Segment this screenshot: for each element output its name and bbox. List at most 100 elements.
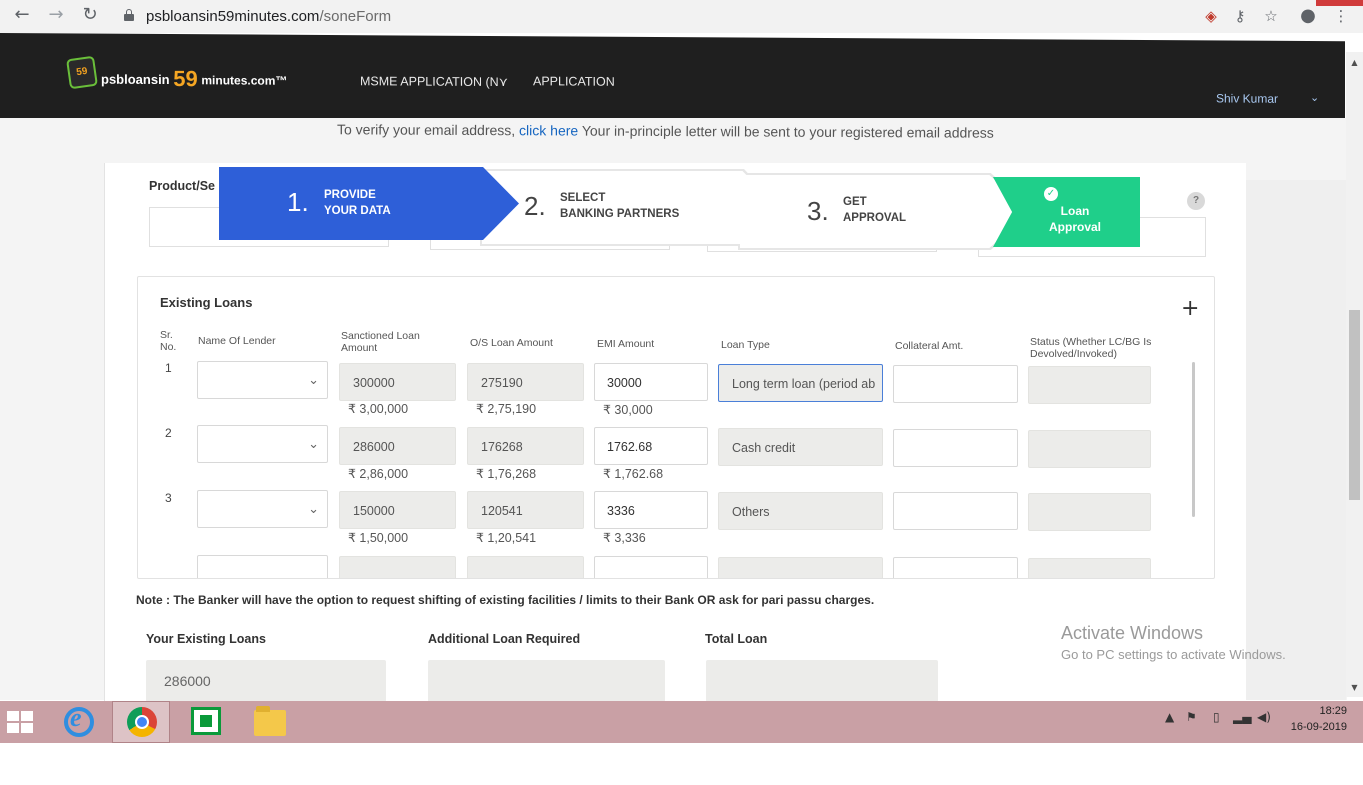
step-3-label: GET APPROVAL [843, 196, 907, 224]
action-center-flag-icon[interactable]: ⚑ [1186, 710, 1197, 724]
row-1-loan-type[interactable]: Long term loan (period ab [718, 364, 883, 402]
browser-toolbar: ← → ↻ psbloansin59minutes.com/soneForm ◈… [0, 0, 1363, 33]
row-2-status[interactable] [1028, 430, 1151, 468]
column-collateral: Collateral Amt. [895, 340, 964, 352]
row-3-loan-type[interactable]: Others [718, 492, 883, 530]
taskbar-clock[interactable]: 18:29 16-09-2019 [1287, 703, 1347, 735]
row-2-sr: 2 [165, 426, 172, 440]
help-icon[interactable]: ? [1187, 192, 1205, 210]
key-icon[interactable]: ⚷ [1230, 6, 1250, 26]
column-sanctioned: Sanctioned Loan Amount [341, 330, 420, 354]
step-1-label: PROVIDE YOUR DATA [324, 189, 391, 217]
page-margin [1246, 180, 1346, 700]
step-1-number: 1. [287, 187, 309, 217]
row-3-lender-select[interactable]: ⌄ [197, 490, 328, 528]
total-loan-label: Total Loan [705, 632, 768, 646]
row-1-collateral-input[interactable] [893, 365, 1018, 403]
url-text[interactable]: psbloansin59minutes.com/soneForm [146, 8, 391, 25]
row-2-sanctioned: 286000 [339, 427, 456, 465]
row-1-sanctioned-formatted: ₹ 3,00,000 [348, 402, 409, 416]
chrome-icon[interactable] [127, 707, 157, 737]
window-close-strip[interactable] [1316, 0, 1363, 6]
additional-loan-input[interactable] [428, 660, 665, 702]
row-4-emi-input[interactable] [594, 556, 708, 578]
forward-arrow-icon[interactable]: → [44, 4, 68, 26]
row-1-os-formatted: ₹ 2,75,190 [476, 402, 537, 416]
row-4-collateral-input[interactable] [893, 557, 1018, 578]
network-signal-icon[interactable]: ▂▄ [1233, 710, 1251, 724]
chevron-down-icon: ⌄ [308, 437, 319, 452]
step-3[interactable]: 3. GET APPROVAL [740, 175, 1030, 248]
row-2-emi-input[interactable]: 1762.68 [594, 427, 708, 465]
step-1[interactable]: 1. PROVIDE YOUR DATA [219, 167, 519, 240]
volume-icon[interactable]: ◀) [1257, 710, 1271, 724]
banker-note: Note : The Banker will have the option t… [136, 593, 875, 607]
nav-msme-application[interactable]: MSME APPLICATION (N⋎ [360, 73, 508, 89]
user-name[interactable]: Shiv Kumar [1216, 91, 1278, 105]
row-4-loan-type[interactable] [718, 557, 883, 578]
verify-email-message: To verify your email address, click here… [336, 121, 994, 141]
step-2[interactable]: 2. SELECT BANKING PARTNERS [482, 171, 778, 244]
tray-expand-icon[interactable]: ▲ [1165, 710, 1174, 724]
row-2-os: 176268 [467, 427, 584, 465]
row-3-collateral-input[interactable] [893, 492, 1018, 530]
row-3-sanctioned-formatted: ₹ 1,50,000 [348, 531, 409, 545]
row-1-sr: 1 [165, 361, 172, 375]
blocked-popup-icon[interactable]: ◈ [1201, 6, 1221, 26]
row-2-os-formatted: ₹ 1,76,268 [476, 467, 537, 481]
additional-loan-label: Additional Loan Required [428, 632, 581, 646]
site-header: 59 psbloansin 59 minutes.com™ MSME APPLI… [0, 33, 1345, 127]
row-1-os: 275190 [467, 363, 584, 401]
row-4-lender-select[interactable] [197, 555, 328, 578]
chevron-down-icon: ⌄ [308, 373, 319, 388]
total-loan-value[interactable] [706, 660, 938, 702]
chevron-down-icon[interactable]: ⌄ [1310, 91, 1319, 104]
step-2-number: 2. [524, 191, 546, 221]
row-2-sanctioned-formatted: ₹ 2,86,000 [348, 467, 409, 481]
site-logo[interactable]: psbloansin 59 minutes.com™ [101, 64, 287, 91]
star-icon[interactable]: ☆ [1261, 6, 1281, 26]
row-1-emi-input[interactable]: 30000 [594, 363, 708, 401]
nav-application[interactable]: APPLICATION [533, 74, 615, 88]
row-1-status[interactable] [1028, 366, 1151, 404]
scroll-up-icon[interactable]: ▲ [1349, 58, 1360, 68]
row-4-os [467, 556, 584, 578]
store-icon[interactable] [191, 707, 221, 735]
menu-dots-icon[interactable]: ⋮ [1331, 6, 1351, 26]
row-3-os: 120541 [467, 491, 584, 529]
step-4-label: Loan Approval [1049, 204, 1102, 234]
row-4-sanctioned [339, 556, 456, 578]
existing-loans-title: Existing Loans [160, 295, 253, 310]
column-loan-type: Loan Type [721, 339, 770, 351]
account-icon[interactable]: ● [1298, 6, 1318, 26]
verify-email-link[interactable]: click here [519, 122, 578, 138]
back-arrow-icon[interactable]: ← [10, 4, 34, 26]
existing-loans-value[interactable]: 286000 [146, 660, 386, 702]
existing-loans-panel: Existing Loans + Sr. No. Name Of Lender … [137, 276, 1215, 579]
page-scrollbar-thumb[interactable] [1349, 310, 1360, 500]
start-windows-icon[interactable] [7, 711, 33, 733]
clock-time: 18:29 [1319, 705, 1347, 717]
existing-loans-label: Your Existing Loans [146, 632, 266, 646]
row-2-collateral-input[interactable] [893, 429, 1018, 467]
row-3-emi-input[interactable]: 3336 [594, 491, 708, 529]
step-2-label: SELECT BANKING PARTNERS [560, 192, 680, 220]
row-2-lender-select[interactable]: ⌄ [197, 425, 328, 463]
battery-icon[interactable]: ▯ [1213, 710, 1220, 724]
reload-icon[interactable]: ↻ [78, 4, 102, 26]
row-4-status[interactable] [1028, 558, 1151, 578]
add-loan-plus-icon[interactable]: + [1181, 298, 1199, 320]
step-4[interactable]: Loan Approval [993, 177, 1140, 247]
row-2-loan-type[interactable]: Cash credit [718, 428, 883, 466]
lock-icon[interactable] [124, 9, 134, 21]
scroll-down-icon[interactable]: ▼ [1349, 683, 1360, 693]
column-status: Status (Whether LC/BG Is Devolved/Invoke… [1030, 336, 1152, 360]
row-1-lender-select[interactable]: ⌄ [197, 361, 328, 399]
loans-scrollbar[interactable] [1192, 362, 1195, 517]
screen: ← → ↻ psbloansin59minutes.com/soneForm ◈… [0, 0, 1363, 785]
column-sr-no: Sr. No. [160, 329, 177, 353]
logo-badge[interactable]: 59 [66, 55, 98, 90]
file-explorer-icon[interactable] [254, 706, 286, 736]
row-3-sanctioned: 150000 [339, 491, 456, 529]
row-3-status[interactable] [1028, 493, 1151, 531]
